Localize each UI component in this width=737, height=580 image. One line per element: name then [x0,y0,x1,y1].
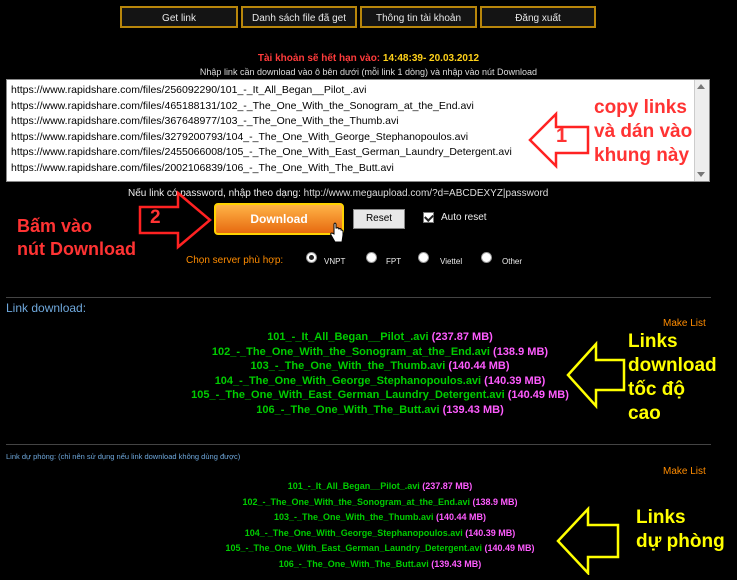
annotation-line: Links [636,507,686,528]
list-item: 103_-_The_One_With_the_Thumb.avi (140.44… [140,359,620,374]
radio-vnpt[interactable] [306,252,317,263]
download-links-list: 101_-_It_All_Began__Pilot_.avi (237.87 M… [140,330,620,417]
annotation-line: copy links [594,97,687,118]
list-item: 105_-_The_One_With_East_German_Laundry_D… [140,388,620,403]
make-list-link[interactable]: Make List [663,318,706,329]
backup-link[interactable]: 102_-_The_One_With_the_Sonogram_at_the_E… [242,497,470,507]
expiry-value: 14:48:39- 20.03.2012 [382,53,480,64]
download-link[interactable]: 105_-_The_One_With_East_German_Laundry_D… [191,389,505,401]
password-hint-example: http://www.megaupload.com/?d=ABCDEXYZ|pa… [303,188,549,199]
backup-links-list: 101_-_It_All_Began__Pilot_.avi (237.87 M… [140,479,620,573]
file-size: (140.39 MB) [484,374,546,387]
step2-annotation: Bấm vào nút Download [17,215,136,261]
textarea-scrollbar[interactable] [694,80,709,181]
file-size: (138.9 MB) [472,496,518,507]
file-size: (140.49 MB) [484,543,535,554]
download-section-title: Link download: [6,301,87,315]
step2-number: 2 [150,207,161,228]
fast-links-annotation: Links download tốc độ cao [628,330,717,426]
file-size: (237.87 MB) [422,481,473,491]
radio-other[interactable] [481,252,492,263]
file-size: (140.44 MB) [435,512,486,523]
yellow-left-arrow-icon [556,505,620,575]
list-item: 104_-_The_One_With_George_Stephanopoulos… [140,374,620,389]
nav-account-info[interactable]: Thông tin tài khoản [360,6,477,28]
instructions: Nhập link cần download vào ô bên dưới (m… [199,67,538,77]
radio-fpt[interactable] [366,252,377,263]
scroll-up-icon[interactable] [697,84,705,89]
server-label: Chọn server phù hợp: [186,255,284,266]
yellow-left-arrow-icon [566,340,626,410]
annotation-line: nút Download [17,239,136,259]
divider [6,444,711,445]
annotation-line: dự phòng [636,531,725,552]
nav-logout[interactable]: Đăng xuất [480,6,596,28]
make-list-backup-link[interactable]: Make List [663,466,706,477]
step1-number: 1 [556,125,568,147]
download-button[interactable]: Download [214,203,344,235]
list-item: 104_-_The_One_With_George_Stephanopoulos… [140,526,620,542]
annotation-line: download [628,355,717,376]
download-link[interactable]: 103_-_The_One_With_the_Thumb.avi [250,360,445,372]
backup-links-annotation: Links dự phòng [636,506,725,554]
account-expiry: Tài khoản sẽ hết hạn vào: 14:48:39- 20.0… [0,53,737,64]
radio-label-viettel: Viettel [440,257,463,266]
scroll-down-icon[interactable] [697,172,705,177]
download-link[interactable]: 102_-_The_One_With_the_Sonogram_at_the_E… [212,346,490,358]
list-item: 103_-_The_One_With_the_Thumb.avi (140.44… [140,510,620,526]
file-size: (139.43 MB) [442,403,504,416]
radio-viettel[interactable] [418,252,429,263]
list-item: 101_-_It_All_Began__Pilot_.avi (237.87 M… [140,479,620,495]
file-size: (140.49 MB) [507,389,569,401]
annotation-line: cao [628,403,661,424]
list-item: 105_-_The_One_With_East_German_Laundry_D… [140,541,620,557]
radio-label-vnpt: VNPT [324,257,346,266]
auto-reset-label: Auto reset [441,212,487,223]
backup-link[interactable]: 104_-_The_One_With_George_Stephanopoulos… [245,528,463,538]
auto-reset-checkbox[interactable] [423,212,434,223]
file-size: (140.39 MB) [465,527,516,538]
expiry-label: Tài khoản sẽ hết hạn vào: [257,53,381,64]
nav-get-link[interactable]: Get link [120,6,238,28]
backup-link[interactable]: 105_-_The_One_With_East_German_Laundry_D… [225,543,482,553]
radio-label-fpt: FPT [386,257,402,266]
list-item: 102_-_The_One_With_the_Sonogram_at_the_E… [140,345,620,360]
list-item: 102_-_The_One_With_the_Sonogram_at_the_E… [140,495,620,511]
reset-button[interactable]: Reset [353,209,405,229]
download-link[interactable]: 104_-_The_One_With_George_Stephanopoulos… [215,375,481,387]
annotation-line: Bấm vào [17,216,93,236]
download-link[interactable]: 101_-_It_All_Began__Pilot_.avi [267,331,428,343]
divider [6,297,711,298]
file-size: (139.43 MB) [431,558,482,569]
list-item: 106_-_The_One_With_The_Butt.avi (139.43 … [140,557,620,573]
annotation-line: khung này [594,145,690,166]
backup-link[interactable]: 106_-_The_One_With_The_Butt.avi [279,559,429,569]
backup-link[interactable]: 101_-_It_All_Began__Pilot_.avi [288,481,420,491]
annotation-line: và dán vào [594,121,693,142]
annotation-line: Links [628,331,678,352]
file-size: (140.44 MB) [448,360,510,372]
nav-file-list[interactable]: Danh sách file đã get [241,6,357,28]
download-link[interactable]: 106_-_The_One_With_The_Butt.avi [256,404,439,416]
backup-section-title: Link dự phòng: (chỉ nên sử dụng nếu link… [6,452,241,461]
backup-link[interactable]: 103_-_The_One_With_the_Thumb.avi [274,512,433,522]
list-item: 106_-_The_One_With_The_Butt.avi (139.43 … [140,403,620,418]
top-nav: Get link Danh sách file đã get Thông tin… [0,0,737,36]
hand-cursor-icon [330,222,344,243]
file-size: (237.87 MB) [431,331,493,343]
radio-label-other: Other [502,257,523,266]
annotation-line: tốc độ [628,379,685,400]
list-item: 101_-_It_All_Began__Pilot_.avi (237.87 M… [140,330,620,345]
file-size: (138.9 MB) [493,345,549,358]
step1-annotation: copy links và dán vào khung này [594,96,692,168]
